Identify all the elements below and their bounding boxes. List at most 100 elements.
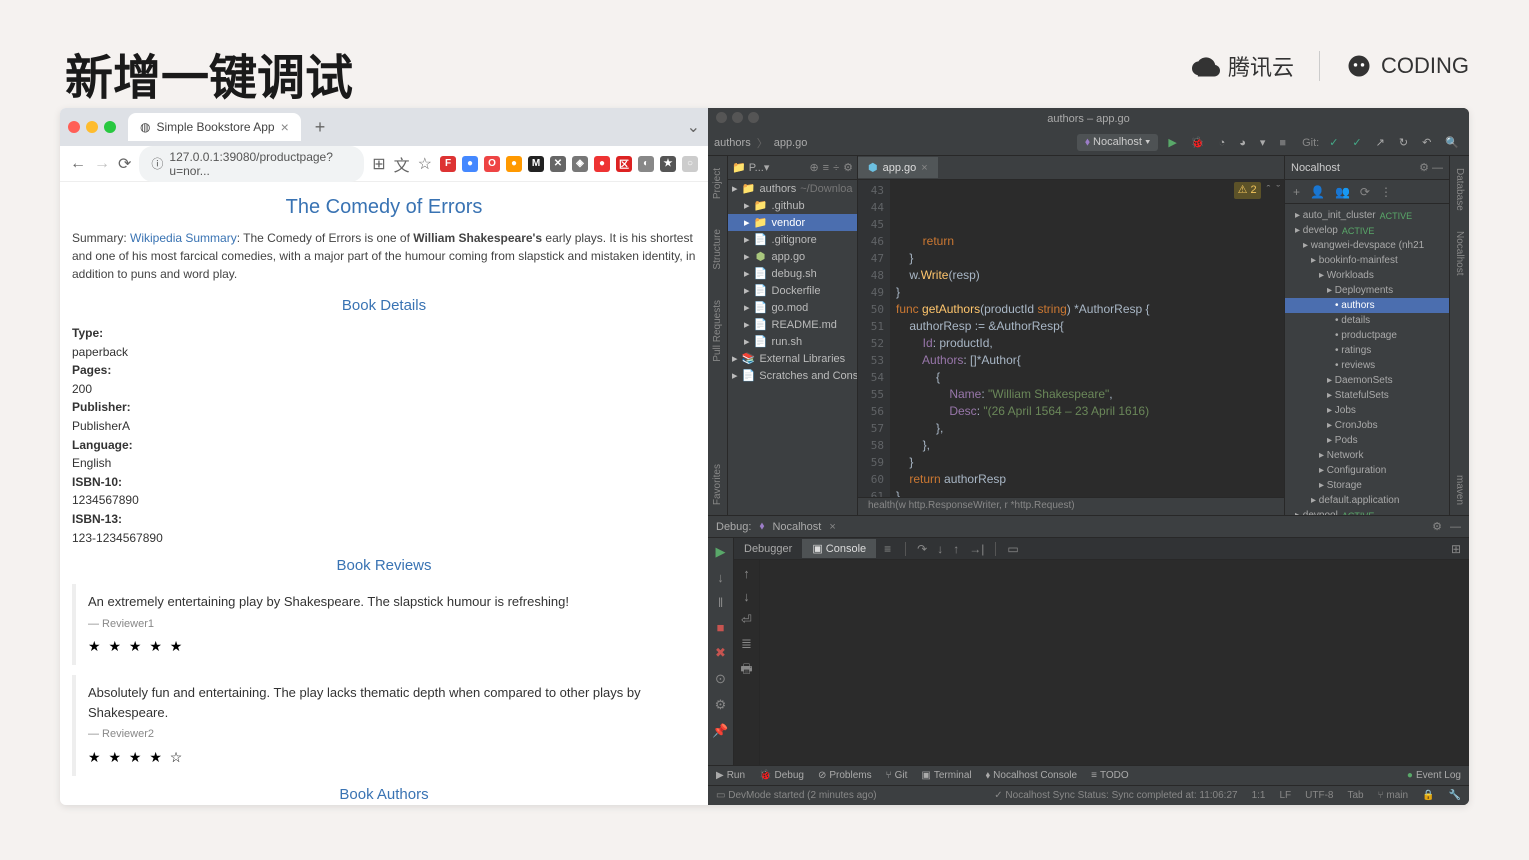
terminal-tab[interactable]: ▣ Terminal: [921, 770, 971, 781]
tree-item[interactable]: ▸ ⬢app.go: [728, 248, 857, 265]
ext-icon[interactable]: ●: [462, 156, 478, 172]
more-icon[interactable]: ≡: [876, 542, 899, 556]
nocalhost-item[interactable]: ▸ default.application: [1285, 493, 1449, 508]
tree-item[interactable]: ▸ 📄go.mod: [728, 299, 857, 316]
up-icon[interactable]: ↑: [743, 566, 750, 581]
avatar-icon[interactable]: ○: [682, 156, 698, 172]
breadcrumb-file[interactable]: app.go: [774, 137, 808, 149]
tab-close-icon[interactable]: ×: [281, 119, 289, 135]
nocalhost-item[interactable]: ▸ Configuration: [1285, 463, 1449, 478]
resume-icon[interactable]: ▶: [716, 544, 726, 560]
new-tab-icon[interactable]: +: [315, 117, 326, 138]
git-commit-icon[interactable]: ✓: [1348, 136, 1365, 149]
nocalhost-item[interactable]: ▸ Jobs: [1285, 403, 1449, 418]
more-icon[interactable]: ▾: [1256, 136, 1270, 149]
editor-tab[interactable]: ⬢ app.go ×: [858, 157, 938, 178]
rail-maven[interactable]: maven: [1454, 475, 1465, 505]
nocalhost-item[interactable]: ▸ CronJobs: [1285, 418, 1449, 433]
wikipedia-link[interactable]: Wikipedia Summary: [130, 231, 237, 245]
ext-icon[interactable]: O: [484, 156, 500, 172]
nocalhost-item[interactable]: ▸ StatefulSets: [1285, 388, 1449, 403]
tree-item[interactable]: ▸ 📚External Libraries: [728, 350, 857, 367]
rail-nocalhost[interactable]: Nocalhost: [1454, 231, 1465, 275]
run-tab[interactable]: ▶ Run: [716, 770, 745, 781]
ext-icon[interactable]: ●: [594, 156, 610, 172]
wrap-icon[interactable]: ⏎: [741, 612, 752, 628]
nocalhost-item[interactable]: • reviews: [1285, 358, 1449, 373]
bookmark-icon[interactable]: ☆: [418, 154, 432, 174]
settings-icon[interactable]: ⚙: [715, 697, 727, 713]
git-push-icon[interactable]: ↗: [1372, 136, 1389, 149]
nocalhost-item[interactable]: ▸ Workloads: [1285, 268, 1449, 283]
ext-icon[interactable]: ◈: [572, 156, 588, 172]
window-control-icon[interactable]: [732, 112, 743, 123]
step-icon[interactable]: ↓: [717, 570, 724, 585]
caret-pos[interactable]: 1:1: [1252, 790, 1266, 801]
line-sep[interactable]: LF: [1279, 790, 1291, 801]
pause-icon[interactable]: ‖: [718, 595, 723, 610]
browser-tab[interactable]: ◍ Simple Bookstore App ×: [128, 113, 301, 141]
git-tab[interactable]: ⑂ Git: [886, 770, 908, 781]
coverage-icon[interactable]: ◔: [1215, 137, 1230, 149]
git-update-icon[interactable]: ✓: [1325, 136, 1342, 149]
step-over-icon[interactable]: ↷: [912, 542, 932, 556]
breadcrumb-folder[interactable]: authors: [714, 137, 751, 149]
nocalhost-item[interactable]: ▸ auto_init_cluster ACTIVE: [1285, 208, 1449, 223]
rail-pull-requests[interactable]: Pull Requests: [712, 300, 723, 362]
search-icon[interactable]: 🔍: [1441, 136, 1463, 149]
step-into-icon[interactable]: ↓: [932, 542, 948, 556]
nocalhost-item[interactable]: • details: [1285, 313, 1449, 328]
gear-icon[interactable]: ⚙: [1419, 162, 1429, 174]
back-icon[interactable]: ←: [70, 155, 86, 173]
group-icon[interactable]: 👥: [1335, 185, 1350, 199]
encoding[interactable]: UTF-8: [1305, 790, 1333, 801]
run-icon[interactable]: ▶: [1164, 136, 1180, 149]
tree-item[interactable]: ▸ 📁authors ~/Downloa: [728, 180, 857, 197]
add-icon[interactable]: +: [1293, 185, 1300, 199]
rail-database[interactable]: Database: [1454, 168, 1465, 211]
window-min-icon[interactable]: [86, 121, 98, 133]
tree-item[interactable]: ▸ 📄Scratches and Cons: [728, 367, 857, 384]
tool-icon[interactable]: 🔧: [1449, 790, 1461, 801]
gear-icon[interactable]: ⚙: [1432, 520, 1442, 533]
profile-icon[interactable]: ◕: [1235, 137, 1250, 149]
qr-icon[interactable]: ⊞: [372, 154, 385, 174]
nocalhost-item[interactable]: ▸ wangwei-devspace (nh21: [1285, 238, 1449, 253]
console-output[interactable]: [760, 560, 1469, 765]
tree-item[interactable]: ▸ 📁.github: [728, 197, 857, 214]
breakpoints-icon[interactable]: ⊙: [715, 671, 726, 687]
debug-icon[interactable]: 🐞: [1187, 136, 1209, 149]
debugger-tab[interactable]: Debugger: [734, 540, 802, 558]
console-tab[interactable]: ▣ Console: [802, 539, 876, 558]
window-max-icon[interactable]: [104, 121, 116, 133]
git-history-icon[interactable]: ↻: [1395, 136, 1412, 149]
tree-item[interactable]: ▸ 📄README.md: [728, 316, 857, 333]
forward-icon[interactable]: →: [94, 155, 110, 173]
git-branch[interactable]: ⑂ main: [1378, 790, 1408, 801]
down-icon[interactable]: ↓: [743, 589, 750, 604]
nocalhost-console-tab[interactable]: ⬧ Nocalhost Console: [986, 770, 1077, 781]
ext-icon[interactable]: M: [528, 156, 544, 172]
window-close-icon[interactable]: [68, 121, 80, 133]
rail-favorites[interactable]: Favorites: [712, 464, 723, 505]
nocalhost-item[interactable]: ▸ Storage: [1285, 478, 1449, 493]
todo-tab[interactable]: ≡ TODO: [1091, 770, 1129, 781]
print-icon[interactable]: 🖶: [740, 660, 752, 682]
minimize-icon[interactable]: —: [1432, 162, 1443, 174]
debug-tab[interactable]: 🐞 Debug: [759, 770, 804, 781]
nocalhost-item[interactable]: • ratings: [1285, 343, 1449, 358]
minimize-icon[interactable]: —: [1450, 521, 1461, 533]
expand-icon[interactable]: ÷: [833, 162, 839, 174]
nocalhost-item[interactable]: ▸ Network: [1285, 448, 1449, 463]
ext-icon[interactable]: 区: [616, 156, 632, 172]
ext-icon[interactable]: ●: [506, 156, 522, 172]
debug-config[interactable]: Nocalhost: [772, 521, 821, 533]
rail-structure[interactable]: Structure: [712, 229, 723, 270]
target-icon[interactable]: ⊕: [809, 161, 818, 174]
window-control-icon[interactable]: [748, 112, 759, 123]
close-icon[interactable]: ×: [921, 162, 927, 174]
git-revert-icon[interactable]: ↶: [1418, 136, 1435, 149]
indent[interactable]: Tab: [1348, 790, 1364, 801]
layout-icon[interactable]: ⊞: [1443, 542, 1469, 556]
nocalhost-item[interactable]: • productpage: [1285, 328, 1449, 343]
